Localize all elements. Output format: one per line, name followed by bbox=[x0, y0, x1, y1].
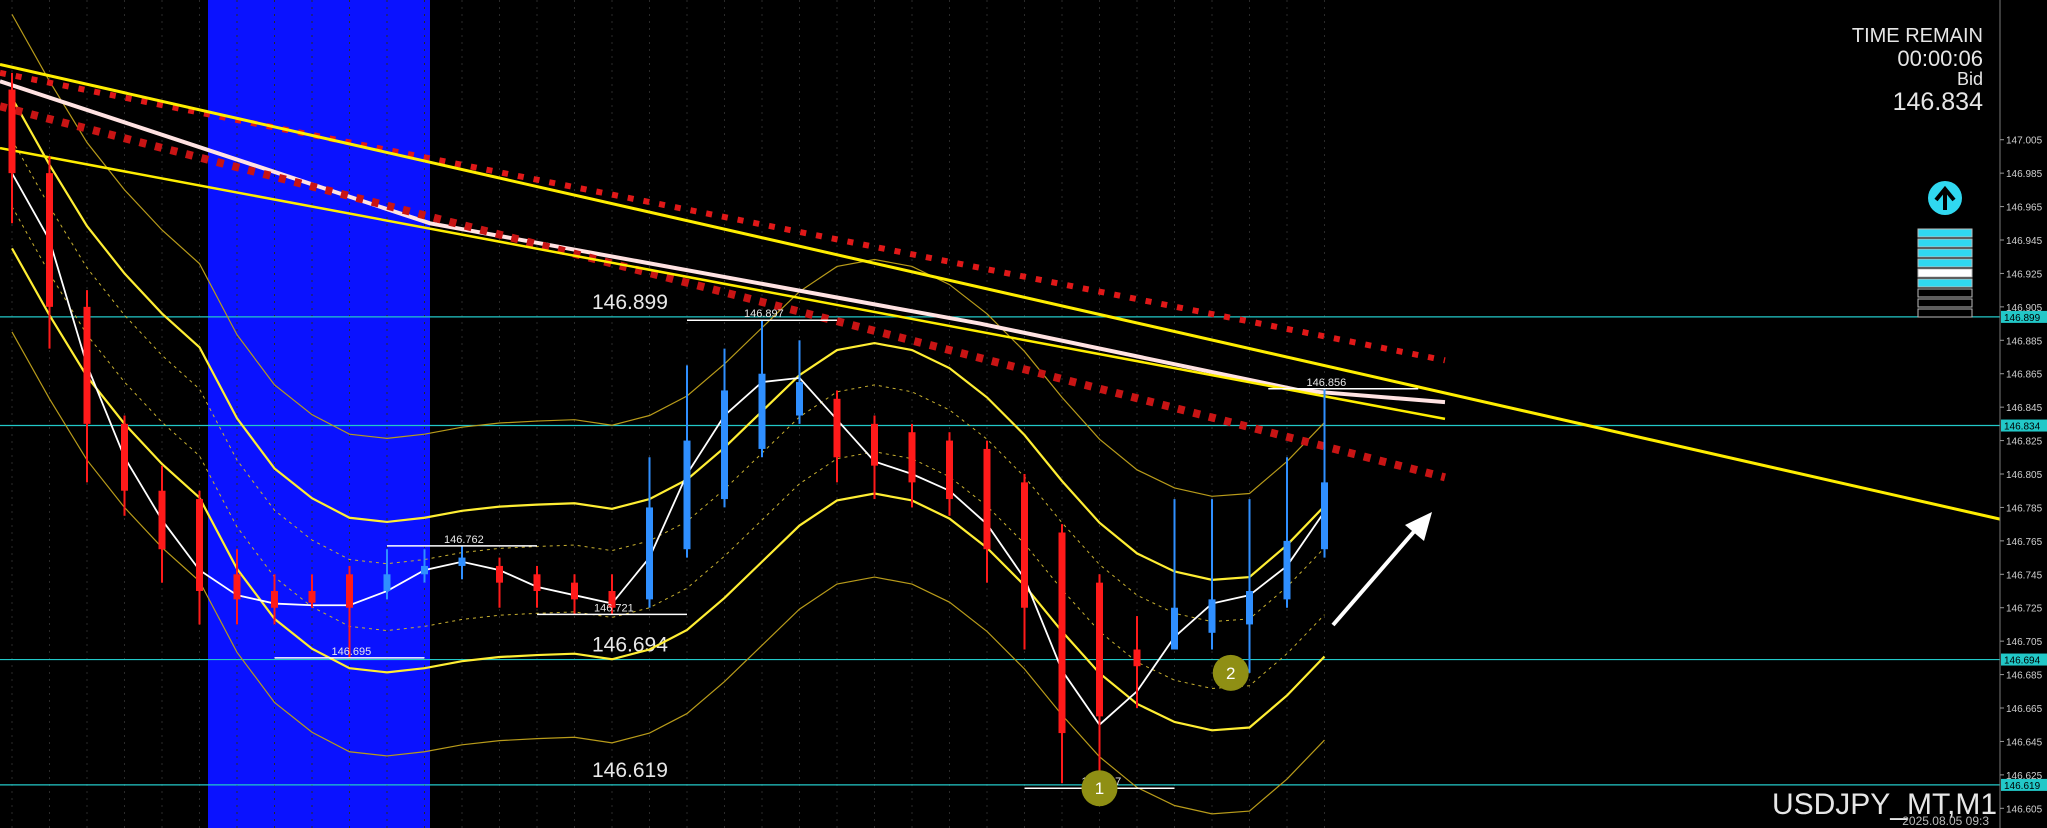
axis-tick-label: 146.925 bbox=[2006, 269, 2043, 280]
candle-body bbox=[983, 448, 991, 550]
candle-body bbox=[196, 499, 203, 592]
axis-tick-label: 146.865 bbox=[2006, 370, 2043, 381]
candle-body bbox=[1208, 599, 1216, 633]
gauge-segment bbox=[1917, 248, 1973, 258]
axis-tick-label: 146.965 bbox=[2006, 203, 2043, 214]
gauge-segment bbox=[1917, 278, 1973, 288]
swing-label: 146.897 bbox=[744, 308, 784, 320]
candle-body bbox=[871, 423, 878, 466]
axis-tick-label: 146.785 bbox=[2006, 503, 2043, 514]
candle-body bbox=[946, 440, 953, 500]
marker-label: 2 bbox=[1226, 664, 1235, 683]
gauge-segment bbox=[1917, 298, 1973, 308]
swing-label: 146.762 bbox=[444, 534, 484, 546]
bid-label: Bid bbox=[1956, 69, 1983, 90]
gauge-segment bbox=[1917, 238, 1973, 248]
gauge-segment bbox=[1917, 308, 1973, 318]
candle-body bbox=[383, 574, 391, 592]
candle-body bbox=[8, 89, 16, 174]
session-highlight-band bbox=[208, 0, 430, 828]
time-remain-panel: TIME REMAIN 00:00:06 Bid 146.834 bbox=[1851, 25, 1983, 116]
axis-tick-label: 146.885 bbox=[2006, 336, 2043, 347]
candle-body bbox=[1058, 532, 1066, 734]
time-remain-label: TIME REMAIN bbox=[1851, 25, 1983, 47]
candle-body bbox=[158, 490, 166, 550]
time-remain-value: 00:00:06 bbox=[1897, 46, 1983, 71]
axis-tick-label: 147.005 bbox=[2006, 136, 2043, 147]
candle-body bbox=[758, 373, 766, 449]
candle-body bbox=[421, 565, 428, 575]
trading-chart[interactable]: 146.899 146.694 146.619 146.762 146.695 146.… bbox=[0, 0, 2047, 828]
swing-label: 146.695 bbox=[332, 646, 372, 658]
level-text: 146.899 bbox=[592, 291, 668, 314]
candle-body bbox=[458, 557, 466, 566]
candle-body bbox=[1096, 582, 1103, 717]
swing-label: 146.721 bbox=[594, 602, 634, 614]
axis-tick-label: 146.945 bbox=[2006, 236, 2043, 247]
axis-tick-label: 146.625 bbox=[2006, 771, 2043, 782]
level-tag-text: 146.694 bbox=[2004, 656, 2041, 667]
candle-body bbox=[1283, 540, 1291, 600]
candle-body bbox=[346, 574, 353, 608]
candle-body bbox=[1321, 482, 1328, 550]
candle-body bbox=[83, 306, 91, 424]
axis-tick-label: 146.985 bbox=[2006, 169, 2043, 180]
axis-tick-label: 146.705 bbox=[2006, 637, 2043, 648]
axis-tick-label: 146.605 bbox=[2006, 804, 2043, 815]
axis-tick-label: 146.725 bbox=[2006, 604, 2043, 615]
candle-body bbox=[1246, 591, 1253, 625]
candle-body bbox=[908, 432, 916, 483]
gauge-segment bbox=[1917, 268, 1973, 278]
level-text: 146.619 bbox=[592, 759, 668, 782]
swing-label: 146.856 bbox=[1307, 377, 1347, 389]
gauge-segment bbox=[1917, 288, 1973, 298]
level-tag-text: 146.619 bbox=[2004, 781, 2041, 792]
axis-tick-label: 146.665 bbox=[2006, 704, 2043, 715]
candle-body bbox=[121, 423, 128, 491]
axis-tick-label: 146.905 bbox=[2006, 303, 2043, 314]
candle-body bbox=[646, 507, 653, 600]
axis-tick-label: 146.845 bbox=[2006, 403, 2043, 414]
candle-body bbox=[308, 591, 316, 603]
candle-body bbox=[496, 565, 503, 583]
candle-body bbox=[571, 582, 578, 600]
bid-value: 146.834 bbox=[1892, 87, 1983, 116]
marker-label: 1 bbox=[1095, 779, 1104, 798]
candle-body bbox=[1021, 482, 1028, 608]
axis-tick-label: 146.805 bbox=[2006, 470, 2043, 481]
candle-body bbox=[721, 390, 728, 500]
gauge-segment bbox=[1917, 258, 1973, 268]
candle-body bbox=[796, 382, 803, 416]
gauge-segment bbox=[1917, 228, 1973, 238]
candle-body bbox=[833, 398, 841, 458]
highlight-band-layer bbox=[208, 0, 430, 828]
axis-tick-label: 146.745 bbox=[2006, 570, 2043, 581]
level-tag-text: 146.899 bbox=[2004, 313, 2041, 324]
candle-body bbox=[1133, 649, 1141, 667]
candle-body bbox=[1171, 607, 1178, 650]
axis-tick-label: 146.765 bbox=[2006, 537, 2043, 548]
candle-body bbox=[46, 173, 53, 307]
candle-body bbox=[233, 574, 241, 600]
level-tag-text: 146.834 bbox=[2004, 422, 2041, 433]
price-chart-canvas[interactable]: 146.899 146.694 146.619 146.762 146.695 146.… bbox=[0, 0, 2047, 828]
axis-tick-label: 146.825 bbox=[2006, 437, 2043, 448]
candle-body bbox=[533, 574, 541, 592]
timestamp-label: 2025.08.05 09:3 bbox=[1902, 814, 1989, 828]
candle-body bbox=[683, 440, 691, 550]
axis-tick-label: 146.685 bbox=[2006, 671, 2043, 682]
candle-body bbox=[271, 591, 278, 608]
axis-tick-label: 146.645 bbox=[2006, 737, 2043, 748]
